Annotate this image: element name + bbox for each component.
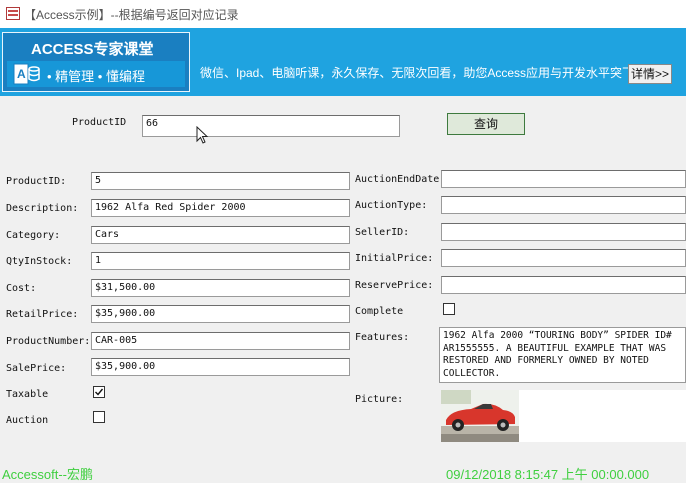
details-button[interactable]: 详情>> xyxy=(628,64,672,84)
access-database-icon: A xyxy=(13,63,40,85)
qtyinstock-field[interactable]: 1 xyxy=(91,252,350,270)
status-datetime: 09/12/2018 8:15:47 上午 00:00.000 xyxy=(446,467,650,482)
reserveprice-field[interactable] xyxy=(441,276,686,294)
field-label: ProductNumber: xyxy=(6,336,91,347)
auctionenddate-field[interactable] xyxy=(441,170,686,188)
field-label: Cost: xyxy=(6,283,37,294)
field-label: SalePrice: xyxy=(6,363,67,374)
search-label: ProductID xyxy=(72,117,127,128)
cost-field[interactable]: $31,500.00 xyxy=(91,279,350,297)
category-field[interactable]: Cars xyxy=(91,226,350,244)
mouse-cursor-icon xyxy=(196,126,209,144)
picture-label: Picture: xyxy=(355,394,404,405)
productnumber-field[interactable]: CAR-005 xyxy=(91,332,350,350)
field-label: AuctionType: xyxy=(355,200,428,211)
productid-field[interactable]: 5 xyxy=(91,172,350,190)
field-label: QtyInStock: xyxy=(6,256,73,267)
taxable-checkbox[interactable] xyxy=(93,386,105,398)
field-label: AuctionEndDate: xyxy=(355,174,446,185)
features-textarea[interactable]: 1962 Alfa 2000 “TOURING BODY” SPIDER ID#… xyxy=(439,327,686,383)
checkmark-icon xyxy=(95,388,104,396)
product-picture[interactable] xyxy=(441,390,519,442)
brand-title: ACCESS专家课堂 xyxy=(31,41,154,58)
field-label: Category: xyxy=(6,230,61,241)
window-title: 【Access示例】--根据编号返回对应记录 xyxy=(24,8,239,22)
field-label: ReservePrice: xyxy=(355,280,434,291)
promo-banner: ACCESS专家课堂 A • 精管理 • 懂编程 微信、Ipad、电脑听课，永久… xyxy=(0,28,686,96)
field-label: InitialPrice: xyxy=(355,253,434,264)
field-label: Description: xyxy=(6,203,79,214)
complete-checkbox[interactable] xyxy=(443,303,455,315)
field-label: SellerID: xyxy=(355,227,410,238)
taxable-label: Taxable xyxy=(6,389,49,400)
description-field[interactable]: 1962 Alfa Red Spider 2000 xyxy=(91,199,350,217)
features-label: Features: xyxy=(355,332,410,343)
auctiontype-field[interactable] xyxy=(441,196,686,214)
window-titlebar: 【Access示例】--根据编号返回对应记录 xyxy=(0,0,686,28)
svg-text:A: A xyxy=(17,67,26,81)
saleprice-field[interactable]: $35,900.00 xyxy=(91,358,350,376)
complete-label: Complete xyxy=(355,306,404,317)
query-button[interactable]: 查询 xyxy=(447,113,525,135)
field-label: RetailPrice: xyxy=(6,309,79,320)
status-credit: Accessoft--宏鹏 xyxy=(2,467,94,482)
initialprice-field[interactable] xyxy=(441,249,686,267)
banner-slogan: 微信、Ipad、电脑听课，永久保存、无限次回看，助您Access应用与开发水平突… xyxy=(200,66,671,80)
form-icon xyxy=(6,7,20,20)
auction-checkbox[interactable] xyxy=(93,411,105,423)
brand-logo[interactable]: ACCESS专家课堂 A • 精管理 • 懂编程 xyxy=(2,32,190,92)
field-label: ProductID: xyxy=(6,176,67,187)
retailprice-field[interactable]: $35,900.00 xyxy=(91,305,350,323)
auction-label: Auction xyxy=(6,415,49,426)
picture-frame xyxy=(519,390,686,442)
brand-items: • 精管理 • 懂编程 xyxy=(47,69,145,84)
brand-strip: A • 精管理 • 懂编程 xyxy=(7,61,185,87)
search-productid-input[interactable]: 66 xyxy=(142,115,400,137)
sellerid-field[interactable] xyxy=(441,223,686,241)
